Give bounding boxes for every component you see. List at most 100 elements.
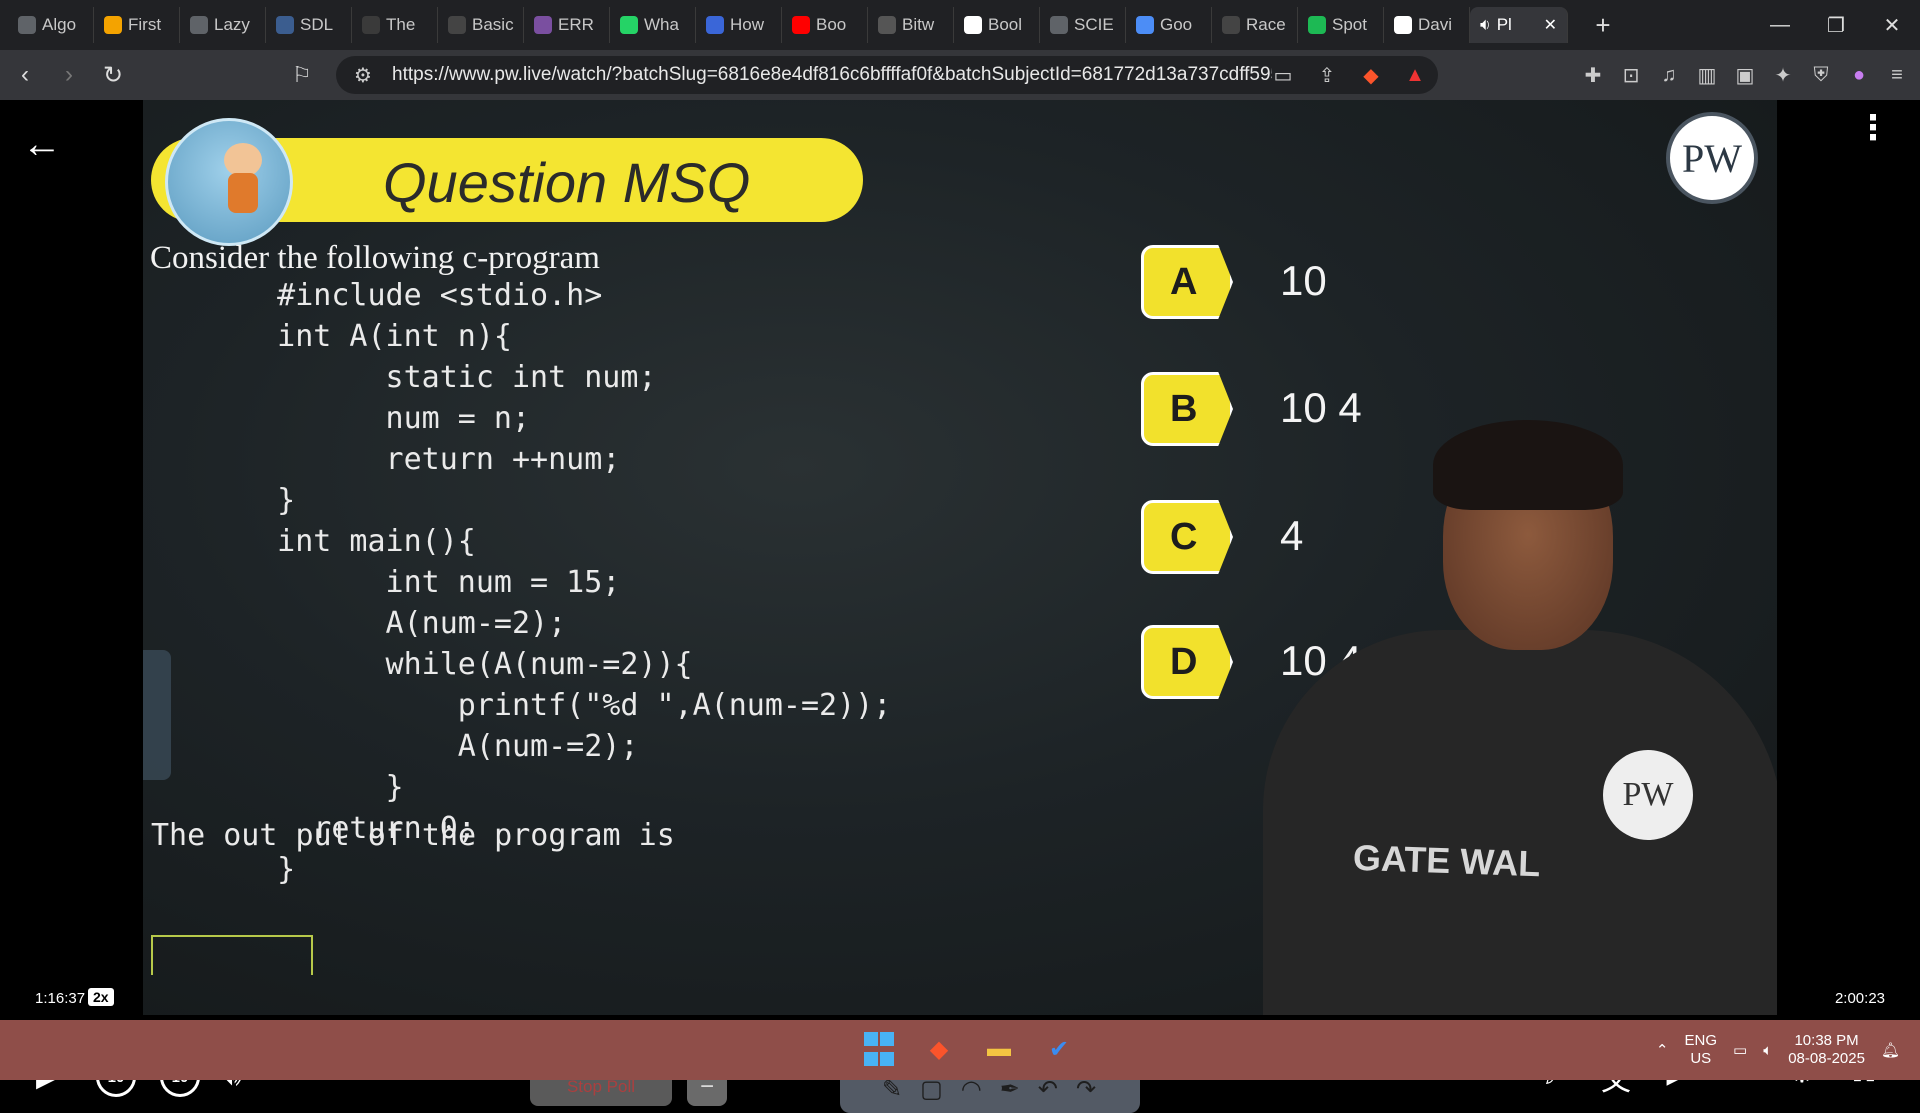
browser-tab[interactable]: Davi xyxy=(1384,7,1470,43)
code-line: } xyxy=(223,770,404,805)
tab-label: SCIE xyxy=(1074,15,1114,34)
pw-logo: PW xyxy=(1666,112,1758,204)
profile-icon[interactable]: ● xyxy=(1846,64,1872,87)
image-icon xyxy=(276,16,294,34)
openai-icon xyxy=(1222,16,1240,34)
clock[interactable]: 10:38 PM 08-08-2025 xyxy=(1788,1032,1865,1068)
speaker-icon: 🔉︎ xyxy=(1480,15,1491,34)
new-tab-button[interactable]: + xyxy=(1588,10,1618,41)
youtube-icon xyxy=(792,16,810,34)
gemini-icon xyxy=(1136,16,1154,34)
image-icon xyxy=(448,16,466,34)
brave-shield-icon[interactable]: ◆ xyxy=(1358,63,1384,88)
tab-label: SDL xyxy=(300,15,334,34)
browser-tab[interactable]: Race xyxy=(1212,7,1298,43)
sidebar-icon[interactable]: ▥ xyxy=(1694,63,1720,88)
browser-tab[interactable]: First xyxy=(94,7,180,43)
speaker-tray-icon[interactable]: 🔈︎ xyxy=(1763,1042,1772,1059)
tab-label: Wha xyxy=(644,15,679,34)
browser-tab[interactable]: Basic xyxy=(438,7,524,43)
browser-tab[interactable]: Boo xyxy=(782,7,868,43)
language-indicator[interactable]: ENG US xyxy=(1685,1032,1718,1068)
brave-browser-icon[interactable]: ◆ xyxy=(920,1030,958,1068)
back-icon[interactable]: ‹ xyxy=(6,56,44,94)
question-tail: The out put of the program is xyxy=(151,818,675,853)
back-arrow-icon[interactable]: ← xyxy=(22,122,62,167)
clock-date: 08-08-2025 xyxy=(1788,1050,1865,1067)
video-player[interactable]: Question MSQ Consider the following c-pr… xyxy=(0,100,1920,1113)
vpn-icon[interactable]: ⛨ xyxy=(1808,64,1834,87)
wallet-icon[interactable]: ▣ xyxy=(1732,63,1758,88)
tab-label: Bool xyxy=(988,15,1023,34)
clock-time: 10:38 PM xyxy=(1794,1032,1859,1049)
globe-icon xyxy=(190,16,208,34)
minimize-icon[interactable]: — xyxy=(1752,0,1808,50)
browser-tab[interactable]: SDL xyxy=(266,7,352,43)
browser-tab[interactable]: Goo xyxy=(1126,7,1212,43)
reload-icon[interactable]: ↻ xyxy=(94,56,132,94)
close-tab-icon[interactable]: ✕ xyxy=(1544,15,1557,35)
lecture-video[interactable]: Question MSQ Consider the following c-pr… xyxy=(143,100,1777,1015)
question-title: Question MSQ xyxy=(383,151,751,214)
side-panel-handle[interactable] xyxy=(143,650,171,780)
active-browser-tab[interactable]: 🔉︎ Pl ✕ xyxy=(1470,7,1568,43)
more-options-icon[interactable]: ⋮ xyxy=(1856,111,1890,145)
close-window-icon[interactable]: ✕ xyxy=(1864,0,1920,50)
shirt-text: GATE WAL xyxy=(1352,836,1541,885)
brave-rewards-icon[interactable]: ▲ xyxy=(1402,64,1428,87)
browser-tab[interactable]: ERR xyxy=(524,7,610,43)
browser-tab[interactable]: How xyxy=(696,7,782,43)
code-line: printf("%d ",A(num-=2)); xyxy=(223,688,892,723)
option-a-value: 10 xyxy=(1280,257,1327,304)
browser-tab[interactable]: Lazy xyxy=(180,7,266,43)
site-settings-icon[interactable]: ⚙ xyxy=(350,63,376,88)
tab-label: Boo xyxy=(816,15,847,34)
tray-overflow-icon[interactable]: ⌃ xyxy=(1656,1041,1669,1059)
network-icon[interactable]: ▭ xyxy=(1733,1041,1747,1059)
browser-tab[interactable]: The xyxy=(352,7,438,43)
wikipedia-icon xyxy=(1394,16,1412,34)
whatsapp-icon xyxy=(620,16,638,34)
instructor-image: PW GATE WAL xyxy=(1233,400,1777,1015)
extensions-icon[interactable]: ✚ xyxy=(1580,63,1606,88)
tab-label: ERR xyxy=(558,15,594,34)
answer-box xyxy=(151,935,313,975)
browser-tab[interactable]: Algo xyxy=(8,7,94,43)
playback-speed[interactable]: 2x xyxy=(88,988,114,1006)
media-icon[interactable]: ♫ xyxy=(1656,64,1682,87)
mascot-head xyxy=(224,143,262,177)
mascot-body xyxy=(228,173,258,213)
code-line: return ++num; xyxy=(223,442,621,477)
system-tray: ⌃ ENG US ▭ 🔈︎ 10:38 PM 08-08-2025 🔔︎ xyxy=(1656,1020,1900,1080)
browser-tab[interactable]: Spot xyxy=(1298,7,1384,43)
restore-icon[interactable]: ❐ xyxy=(1808,0,1864,50)
url-text[interactable]: https://www.pw.live/watch/?batchSlug=681… xyxy=(392,64,1272,86)
mascot-image xyxy=(165,118,293,246)
address-bar[interactable]: ⚙ https://www.pw.live/watch/?batchSlug=6… xyxy=(336,56,1438,94)
notification-bell-icon[interactable]: 🔔︎ xyxy=(1881,1041,1900,1059)
todo-icon[interactable]: ✔ xyxy=(1040,1030,1078,1068)
gpt-icon xyxy=(534,16,552,34)
leo-ai-icon[interactable]: ✦ xyxy=(1770,63,1796,88)
start-icon[interactable] xyxy=(860,1030,898,1068)
cast-icon[interactable]: ▭ xyxy=(1270,63,1296,88)
file-explorer-icon[interactable]: ▬ xyxy=(980,1030,1018,1068)
browser-tab[interactable]: SCIE xyxy=(1040,7,1126,43)
tab-label: Pl xyxy=(1496,15,1512,34)
browser-tab[interactable]: Bool xyxy=(954,7,1040,43)
tab-label: Davi xyxy=(1418,15,1453,34)
bookmark-icon[interactable]: ⚐ xyxy=(292,62,312,88)
browser-tab[interactable]: Wha xyxy=(610,7,696,43)
browser-toolbar: ‹ › ↻ ⚐ ⚙ https://www.pw.live/watch/?bat… xyxy=(0,50,1920,100)
code-line: } xyxy=(223,852,296,887)
browser-tab[interactable]: Bitw xyxy=(868,7,954,43)
instructor-shirt xyxy=(1263,630,1777,1015)
screenshot-icon[interactable]: ⊡ xyxy=(1618,63,1644,88)
tab-label: Algo xyxy=(42,15,77,34)
bolt-icon xyxy=(104,16,122,34)
code-line: num = n; xyxy=(223,401,531,436)
share-icon[interactable]: ⇪ xyxy=(1314,63,1340,88)
menu-icon[interactable]: ≡ xyxy=(1884,64,1910,87)
tab-label: How xyxy=(730,15,765,34)
forward-icon[interactable]: › xyxy=(50,56,88,94)
